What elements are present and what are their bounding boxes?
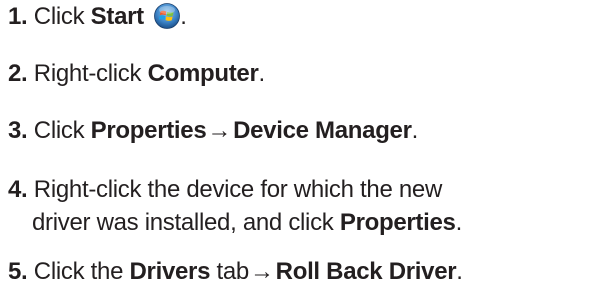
step-punctuation: . — [455, 209, 463, 236]
step-text-line-1: Right-click the device for which the new — [33, 176, 443, 203]
ui-term-drivers: Drivers — [129, 258, 211, 285]
ui-term-computer: Computer — [147, 60, 259, 87]
arrow-icon: → — [207, 117, 232, 144]
step-number: 2. — [8, 60, 28, 87]
ui-term-properties: Properties — [90, 117, 207, 144]
step-text: Click — [33, 3, 91, 30]
step-text: tab — [210, 258, 249, 285]
step-number: 1. — [8, 3, 28, 30]
step-text-line-2: driver was installed, and click — [32, 209, 340, 236]
step-3: 3. Click Properties→Device Manager. — [8, 116, 418, 146]
windows-start-orb-icon — [154, 3, 181, 29]
step-2: 2. Right-click Computer. — [8, 59, 265, 89]
arrow-icon: → — [249, 258, 274, 285]
step-continuation: driver was installed, and click Properti… — [8, 206, 462, 239]
ui-term-roll-back-driver: Roll Back Driver — [275, 258, 457, 285]
step-text: Right-click — [33, 60, 148, 87]
step-4: 4. Right-click the device for which the … — [8, 173, 462, 239]
step-punctuation: . — [258, 60, 266, 87]
step-text: Click — [33, 117, 91, 144]
step-1: 1. Click Start . — [8, 2, 187, 32]
step-number: 4. — [8, 176, 28, 203]
step-number: 3. — [8, 117, 28, 144]
step-text: Click the — [33, 258, 130, 285]
ui-term-start: Start — [90, 3, 144, 30]
ui-term-properties: Properties — [339, 209, 456, 236]
step-number: 5. — [8, 258, 28, 285]
step-punctuation: . — [456, 258, 463, 285]
step-punctuation: . — [180, 3, 187, 30]
step-5: 5. Click the Drivers tab→Roll Back Drive… — [8, 257, 463, 287]
ui-term-device-manager: Device Manager — [233, 117, 412, 144]
step-punctuation: . — [411, 117, 419, 144]
